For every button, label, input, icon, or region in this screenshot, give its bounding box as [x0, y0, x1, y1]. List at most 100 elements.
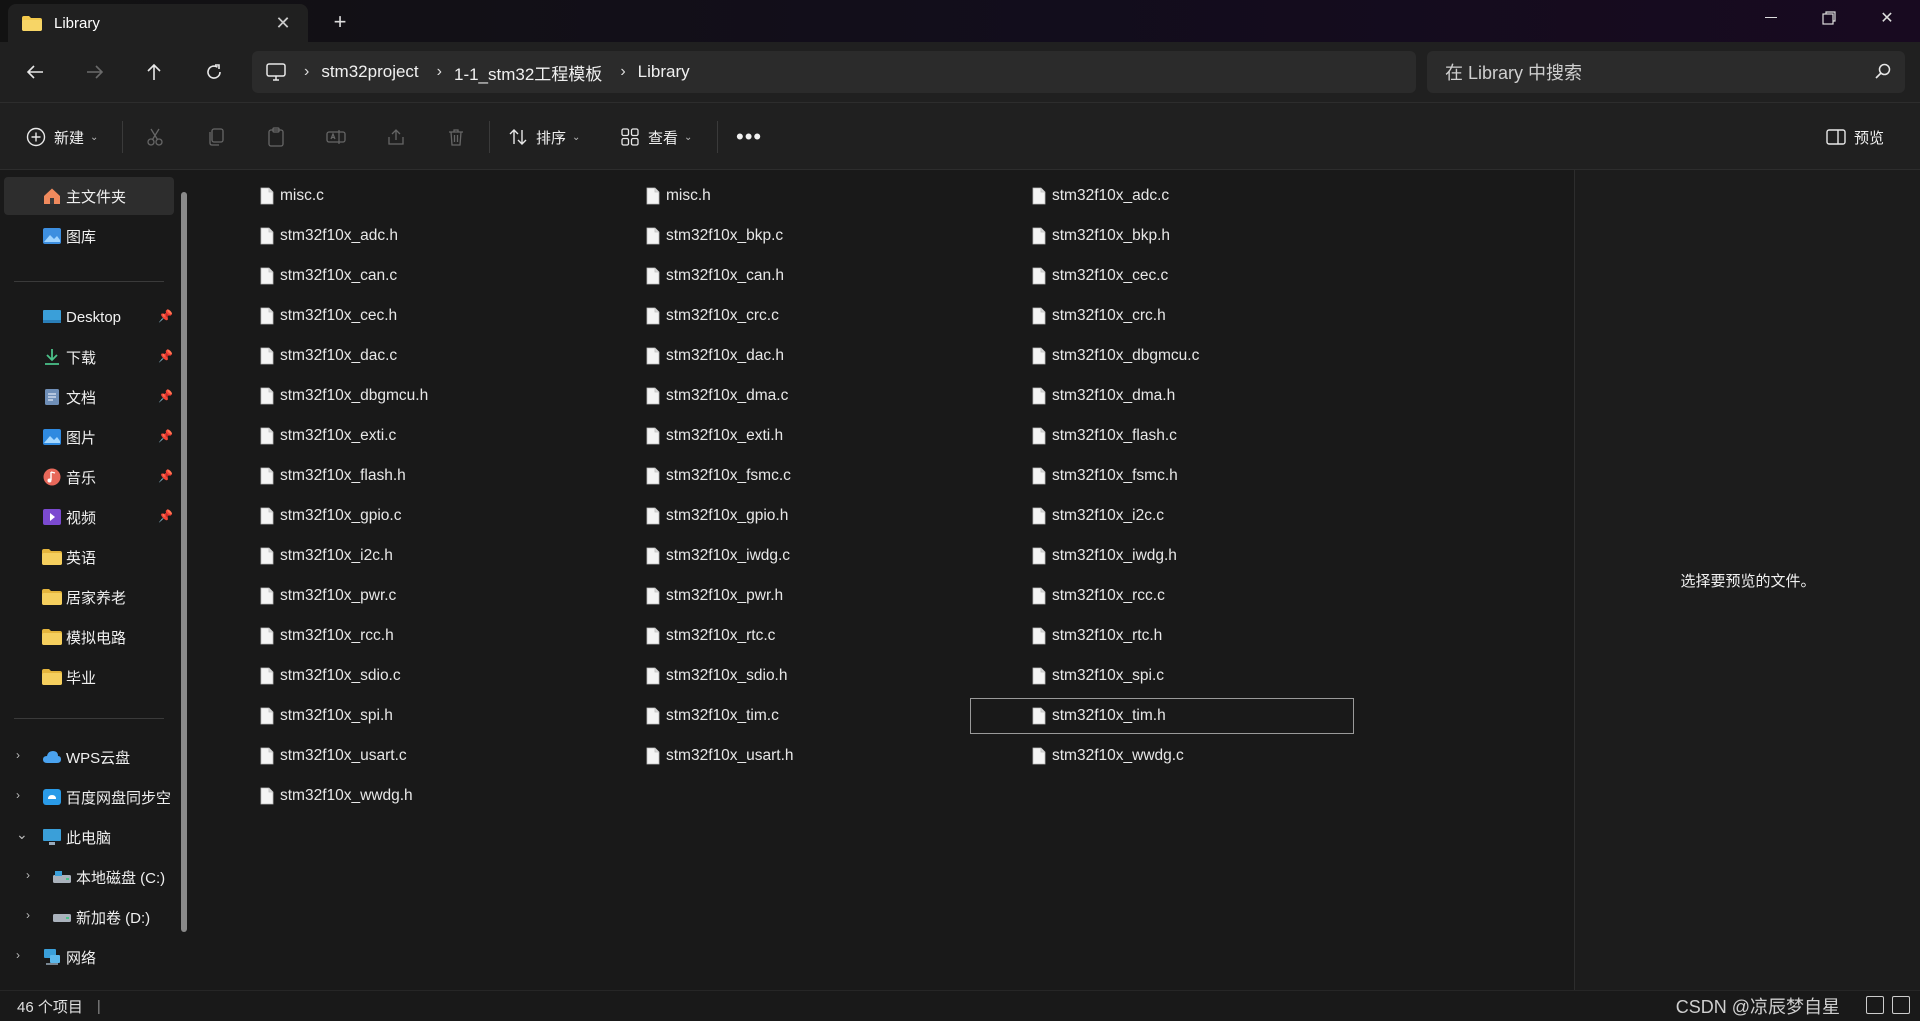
file-item[interactable]: stm32f10x_iwdg.h [970, 538, 1354, 574]
file-item[interactable]: stm32f10x_iwdg.c [584, 538, 968, 574]
pin-icon[interactable]: 📌 [158, 429, 173, 443]
pin-icon[interactable]: 📌 [158, 309, 173, 323]
file-item[interactable]: stm32f10x_bkp.h [970, 218, 1354, 254]
chevron-right-icon[interactable]: › [16, 948, 20, 962]
file-item[interactable]: stm32f10x_adc.h [198, 218, 582, 254]
preview-button[interactable]: 预览 [1826, 119, 1884, 155]
cut-icon[interactable] [145, 119, 165, 155]
file-item[interactable]: stm32f10x_tim.h [970, 698, 1354, 734]
file-item[interactable]: stm32f10x_dac.c [198, 338, 582, 374]
file-item[interactable]: stm32f10x_rcc.h [198, 618, 582, 654]
file-item[interactable]: stm32f10x_exti.h [584, 418, 968, 454]
computer-icon[interactable] [266, 63, 286, 81]
file-item[interactable]: stm32f10x_adc.c [970, 178, 1354, 214]
sidebar-item-wps-cloud[interactable]: › WPS云盘 [4, 738, 174, 776]
file-item[interactable]: stm32f10x_bkp.c [584, 218, 968, 254]
file-item[interactable]: stm32f10x_gpio.c [198, 498, 582, 534]
file-item[interactable]: stm32f10x_rtc.h [970, 618, 1354, 654]
view-button[interactable]: 查看 ⌄ [620, 119, 692, 155]
sidebar-item-english[interactable]: 英语 [4, 538, 174, 576]
sidebar-item-network[interactable]: › 网络 [4, 938, 174, 976]
file-item[interactable]: stm32f10x_usart.c [198, 738, 582, 774]
file-item[interactable]: stm32f10x_rtc.c [584, 618, 968, 654]
up-icon[interactable] [134, 52, 174, 92]
sidebar-item-drive-d[interactable]: › 新加卷 (D:) [4, 898, 174, 936]
chevron-right-icon[interactable]: › [304, 63, 309, 81]
copy-icon[interactable] [206, 119, 226, 155]
file-item[interactable]: stm32f10x_pwr.c [198, 578, 582, 614]
paste-icon[interactable] [266, 119, 286, 155]
sidebar-item-videos[interactable]: 视频 📌 [4, 498, 174, 536]
sidebar-item-gallery[interactable]: 图库 [4, 217, 174, 255]
file-item[interactable]: stm32f10x_can.c [198, 258, 582, 294]
file-item[interactable]: stm32f10x_crc.h [970, 298, 1354, 334]
file-item[interactable]: stm32f10x_i2c.c [970, 498, 1354, 534]
pin-icon[interactable]: 📌 [158, 349, 173, 363]
tab-library[interactable]: Library ✕ [8, 4, 308, 42]
close-window-icon[interactable]: ✕ [1858, 0, 1916, 36]
file-item[interactable]: stm32f10x_sdio.c [198, 658, 582, 694]
breadcrumb-item[interactable]: 1-1_stm32工程模板 [454, 60, 602, 85]
back-icon[interactable] [15, 52, 55, 92]
share-icon[interactable] [386, 119, 406, 155]
file-item[interactable]: stm32f10x_fsmc.h [970, 458, 1354, 494]
file-item[interactable]: stm32f10x_rcc.c [970, 578, 1354, 614]
delete-icon[interactable] [446, 119, 466, 155]
sidebar-item-downloads[interactable]: 下载 📌 [4, 338, 174, 376]
sidebar-item-pictures[interactable]: 图片 📌 [4, 418, 174, 456]
sort-button[interactable]: 排序 ⌄ [508, 119, 580, 155]
sidebar-item-documents[interactable]: 文档 📌 [4, 378, 174, 416]
file-item[interactable]: stm32f10x_cec.h [198, 298, 582, 334]
chevron-right-icon[interactable]: › [16, 748, 20, 762]
sidebar-scrollbar[interactable] [181, 192, 187, 932]
file-item[interactable]: stm32f10x_cec.c [970, 258, 1354, 294]
file-item[interactable]: stm32f10x_spi.h [198, 698, 582, 734]
file-item[interactable]: stm32f10x_tim.c [584, 698, 968, 734]
file-item[interactable]: stm32f10x_dma.c [584, 378, 968, 414]
file-item[interactable]: stm32f10x_fsmc.c [584, 458, 968, 494]
breadcrumb-item[interactable]: stm32project [321, 62, 418, 82]
chevron-right-icon[interactable]: › [26, 868, 30, 882]
tiles-view-icon[interactable] [1892, 996, 1910, 1014]
details-view-icon[interactable] [1866, 996, 1884, 1014]
file-item[interactable]: stm32f10x_i2c.h [198, 538, 582, 574]
sidebar-item-desktop[interactable]: Desktop 📌 [4, 298, 174, 336]
breadcrumb-item[interactable]: Library [638, 62, 690, 82]
sidebar-item-music[interactable]: 音乐 📌 [4, 458, 174, 496]
sidebar-item-baidu-sync[interactable]: › 百度网盘同步空 [4, 778, 174, 816]
chevron-right-icon[interactable]: › [26, 908, 30, 922]
sidebar-item-this-pc[interactable]: ⌄ 此电脑 [4, 818, 174, 856]
chevron-right-icon[interactable]: › [620, 63, 625, 81]
chevron-right-icon[interactable]: › [437, 63, 442, 81]
pin-icon[interactable]: 📌 [158, 469, 173, 483]
file-item[interactable]: stm32f10x_crc.c [584, 298, 968, 334]
refresh-icon[interactable] [194, 52, 234, 92]
rename-icon[interactable] [326, 119, 346, 155]
search-input[interactable]: 在 Library 中搜索 [1427, 51, 1905, 93]
file-item[interactable]: stm32f10x_exti.c [198, 418, 582, 454]
breadcrumb[interactable]: › stm32project › 1-1_stm32工程模板 › Library [252, 51, 1416, 93]
file-item[interactable]: stm32f10x_wwdg.c [970, 738, 1354, 774]
chevron-down-icon[interactable]: ⌄ [16, 826, 28, 843]
close-icon[interactable]: ✕ [272, 12, 294, 34]
file-item[interactable]: stm32f10x_dbgmcu.c [970, 338, 1354, 374]
file-item[interactable]: stm32f10x_sdio.h [584, 658, 968, 694]
file-item[interactable]: misc.c [198, 178, 582, 214]
file-item[interactable]: stm32f10x_gpio.h [584, 498, 968, 534]
minimize-icon[interactable] [1742, 0, 1800, 36]
sidebar-item-home[interactable]: 主文件夹 [4, 177, 174, 215]
file-item[interactable]: stm32f10x_dma.h [970, 378, 1354, 414]
chevron-right-icon[interactable]: › [16, 788, 20, 802]
sidebar-item-graduation[interactable]: 毕业 [4, 658, 174, 696]
search-icon[interactable] [1875, 63, 1891, 83]
forward-icon[interactable] [75, 52, 115, 92]
sidebar-item-analog-circuits[interactable]: 模拟电路 [4, 618, 174, 656]
file-item[interactable]: stm32f10x_can.h [584, 258, 968, 294]
new-button[interactable]: 新建 ⌄ [26, 119, 98, 155]
pin-icon[interactable]: 📌 [158, 389, 173, 403]
add-tab-icon[interactable]: + [328, 10, 352, 34]
file-item[interactable]: stm32f10x_usart.h [584, 738, 968, 774]
file-item[interactable]: stm32f10x_pwr.h [584, 578, 968, 614]
file-item[interactable]: stm32f10x_flash.c [970, 418, 1354, 454]
pin-icon[interactable]: 📌 [158, 509, 173, 523]
